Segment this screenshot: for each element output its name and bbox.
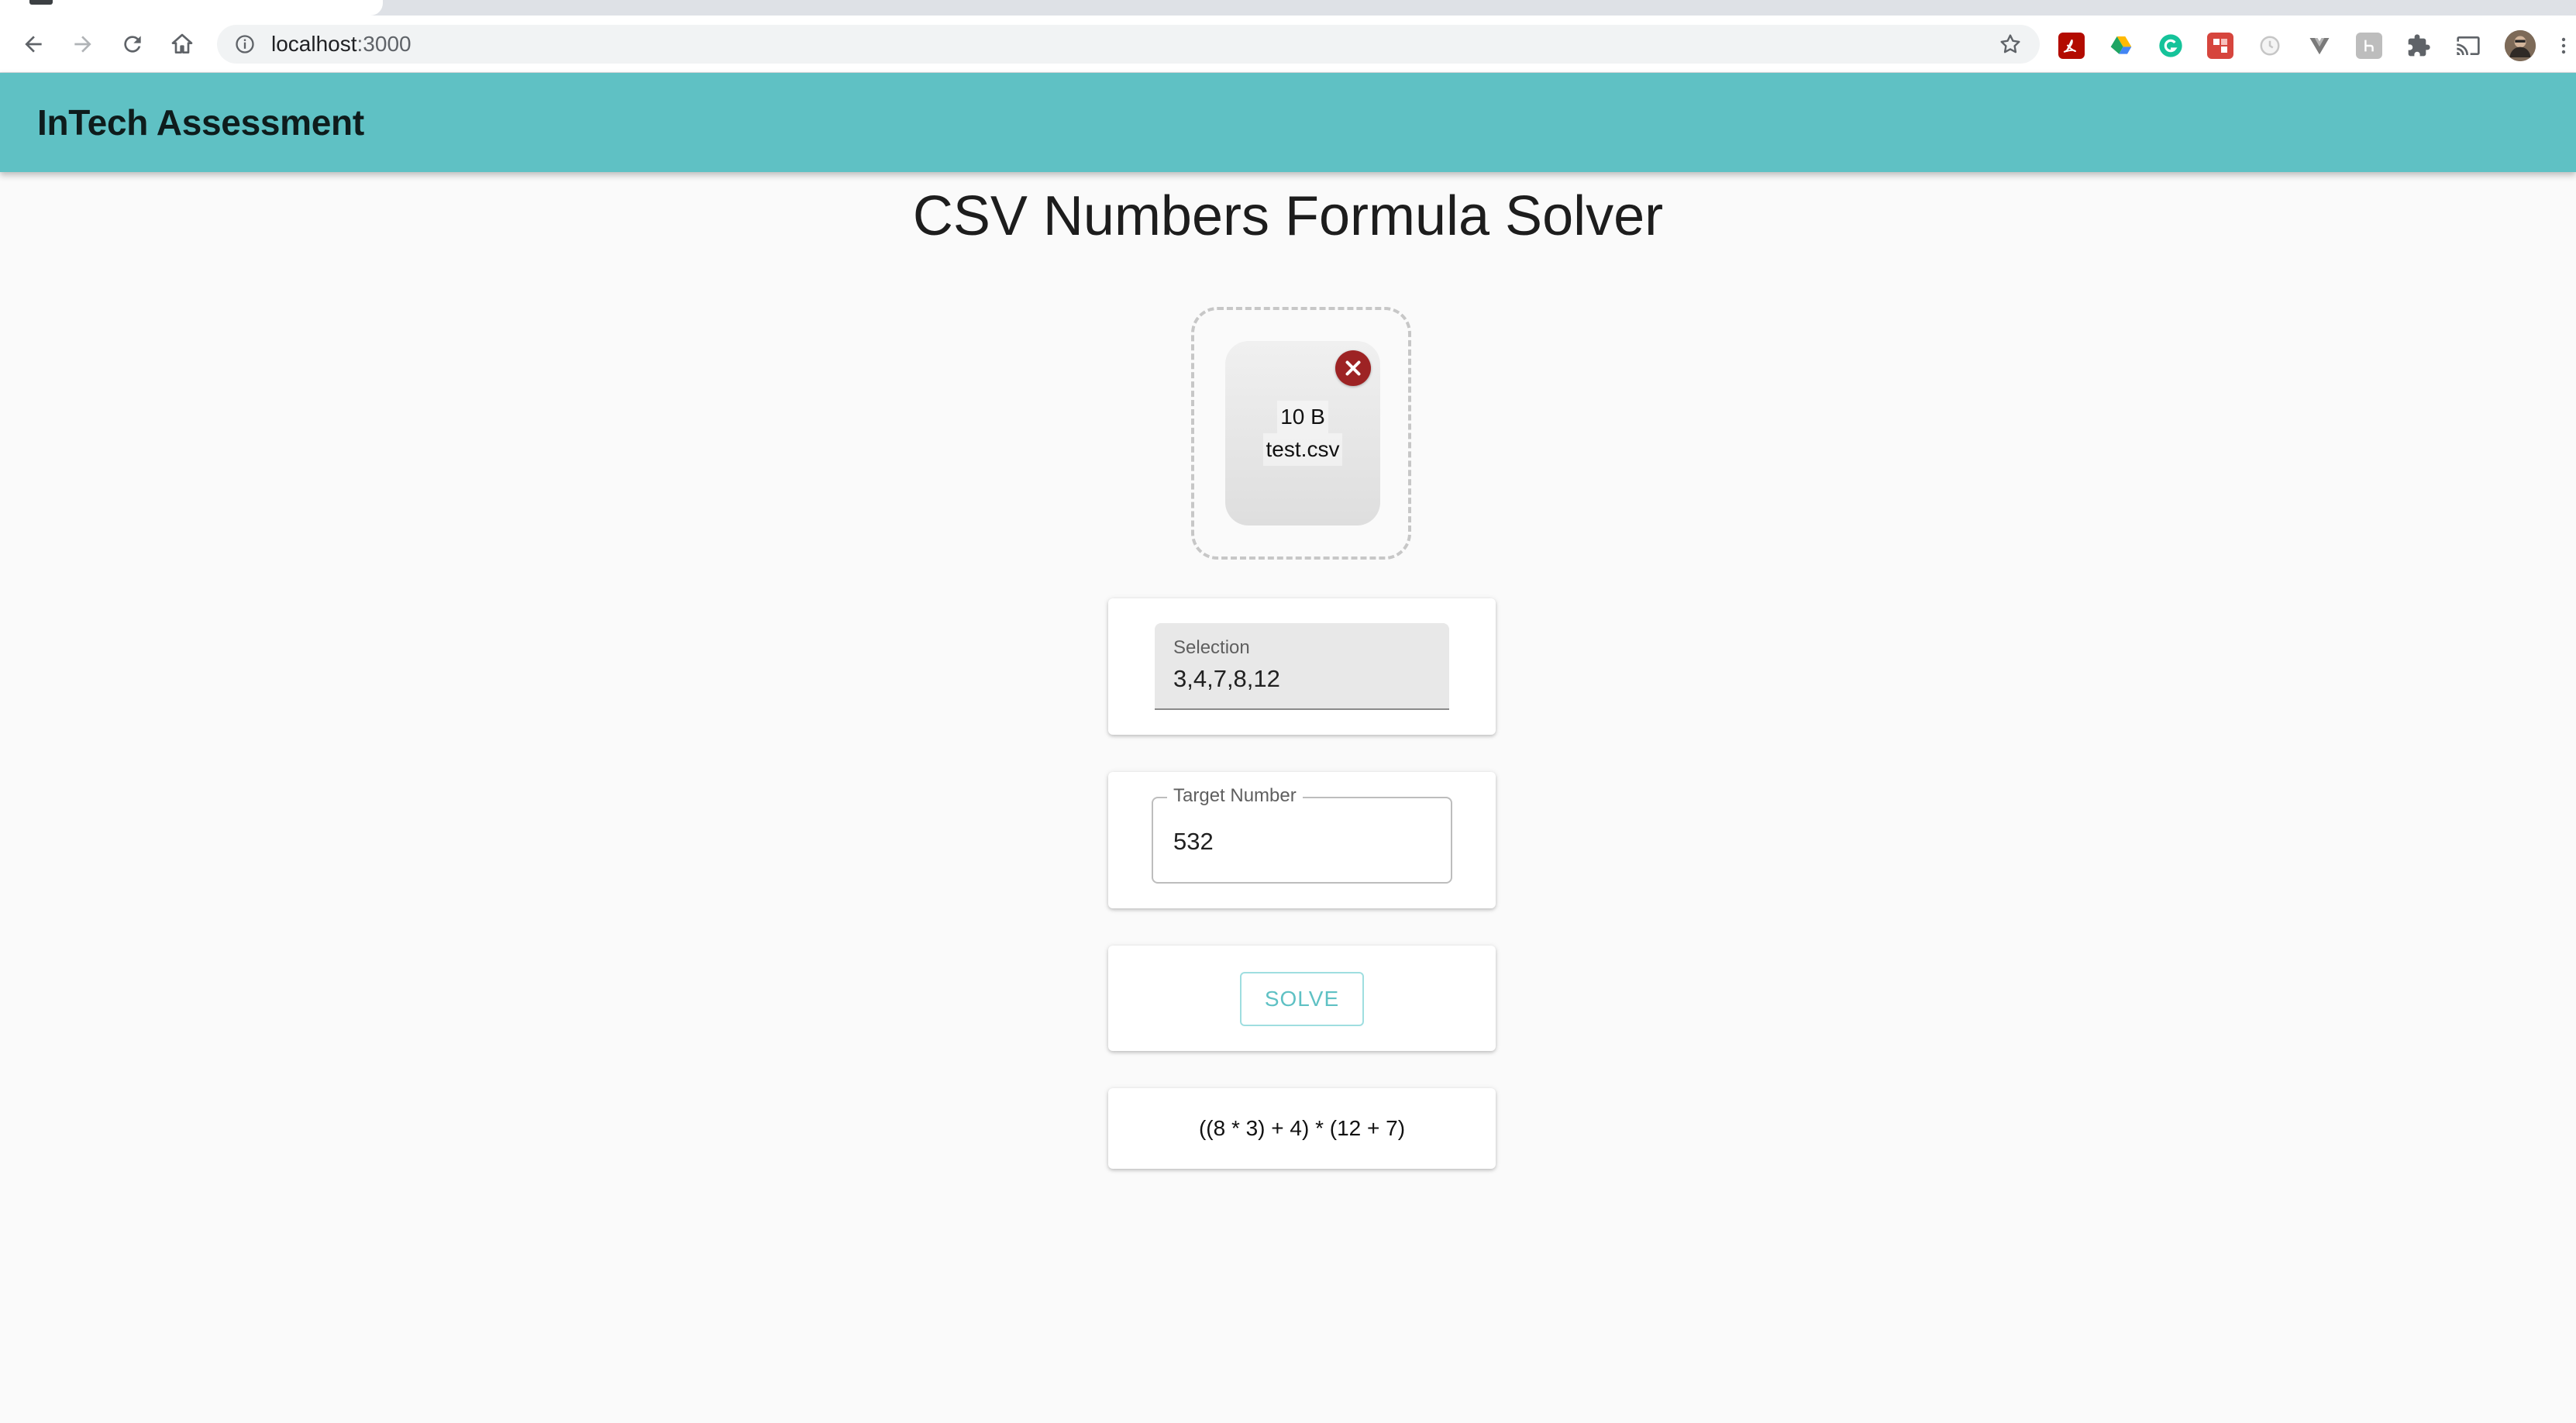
vue-devtools-extension-icon[interactable]: [2306, 33, 2333, 59]
selection-value: 3,4,7,8,12: [1173, 665, 1280, 692]
url-text: localhost:3000: [271, 32, 412, 57]
target-number-label: Target Number: [1167, 785, 1303, 807]
url-port: :3000: [356, 32, 412, 56]
close-icon: [1345, 360, 1361, 376]
file-dropzone[interactable]: 10 B test.csv: [1191, 307, 1411, 560]
home-button[interactable]: [164, 26, 200, 62]
site-info-icon[interactable]: [232, 32, 257, 57]
solve-card: SOLVE: [1108, 946, 1496, 1051]
forward-button[interactable]: [65, 26, 101, 62]
page-title: CSV Numbers Formula Solver: [912, 185, 1664, 247]
tab-favicon-icon: [29, 0, 53, 5]
app-title: InTech Assessment: [37, 102, 364, 143]
extension-red-icon[interactable]: [2207, 33, 2233, 59]
target-number-field[interactable]: Target Number 532: [1152, 785, 1452, 884]
profile-avatar[interactable]: [2505, 30, 2536, 61]
selection-field[interactable]: Selection 3,4,7,8,12: [1155, 623, 1449, 710]
target-number-value: 532: [1173, 828, 1214, 855]
extension-clock-icon[interactable]: [2257, 33, 2283, 59]
grammarly-extension-icon[interactable]: [2158, 33, 2184, 59]
address-bar[interactable]: localhost:3000: [217, 25, 2040, 64]
home-icon: [171, 33, 193, 53]
selection-card: Selection 3,4,7,8,12: [1108, 598, 1496, 735]
remove-file-button[interactable]: [1335, 350, 1371, 386]
back-button[interactable]: [15, 26, 51, 62]
browser-tab-strip: [0, 0, 2576, 16]
file-size: 10 B: [1277, 401, 1328, 433]
solve-button[interactable]: SOLVE: [1240, 972, 1364, 1026]
result-card: ((8 * 3) + 4) * (12 + 7): [1108, 1088, 1496, 1169]
cast-icon[interactable]: [2455, 33, 2481, 59]
acrobat-extension-icon[interactable]: [2058, 33, 2085, 59]
browser-tab-active[interactable]: [0, 0, 383, 16]
arrow-right-icon: [74, 36, 91, 53]
app-bar: InTech Assessment: [0, 73, 2576, 172]
reload-button[interactable]: [115, 26, 150, 62]
arrow-left-icon: [25, 36, 42, 53]
menu-kebab-icon[interactable]: [2556, 33, 2571, 59]
target-card: Target Number 532: [1108, 772, 1496, 908]
bookmark-star-icon[interactable]: [1998, 32, 2023, 57]
reload-icon: [124, 36, 141, 53]
selection-label: Selection: [1173, 637, 1250, 658]
extension-h-icon[interactable]: [2356, 33, 2382, 59]
url-host: localhost: [271, 32, 357, 56]
file-name: test.csv: [1262, 433, 1343, 466]
result-formula: ((8 * 3) + 4) * (12 + 7): [1198, 1116, 1406, 1140]
browser-toolbar: localhost:3000: [0, 16, 2576, 73]
extensions-puzzle-icon[interactable]: [2406, 33, 2432, 59]
google-drive-extension-icon[interactable]: [2108, 33, 2134, 59]
